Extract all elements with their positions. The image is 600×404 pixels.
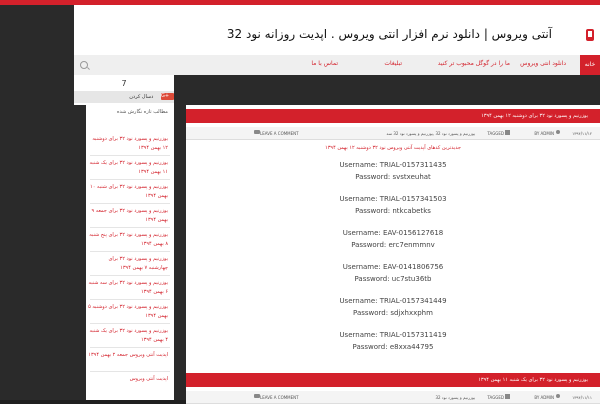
- divider: [90, 299, 170, 300]
- recent-posts-sidebar: مطالب تازه نگارش شده یوزرنیم و پسورد نود…: [86, 105, 174, 400]
- google-plus-icon: G+: [161, 93, 174, 100]
- nav-item-ads[interactable]: تبلیغات: [384, 60, 402, 67]
- post-title-text: یوزرنیم و پسورد نود ۳۲ برای دوشنبه ۱۲ به…: [481, 113, 588, 119]
- nav-home[interactable]: خانه: [580, 55, 600, 75]
- post-tagged-label: TAGGED: [487, 395, 504, 400]
- post-title[interactable]: یوزرنیم و پسورد نود ۳۲ برای دوشنبه ۱۲ به…: [186, 109, 600, 123]
- recent-post-link[interactable]: یوزرنیم و پسورد نود ۳۲ برای یک شنبه ۱۱ ب…: [88, 159, 168, 177]
- divider: [90, 347, 170, 348]
- divider: [90, 251, 170, 252]
- user-icon: [556, 394, 560, 398]
- credential-password: Password: sdjxhxxphm: [353, 309, 433, 317]
- mobile-icon[interactable]: [586, 29, 594, 41]
- recent-post-link[interactable]: یوزرنیم و پسورد نود ۳۲ برای سه شنبه ۶ به…: [88, 279, 168, 297]
- divider: [90, 155, 170, 156]
- page: آنتی ویروس | دانلود نرم افزار انتی ویروس…: [0, 0, 600, 404]
- main-navigation: خانه دانلود انتی ویروس ما را در گوگل محب…: [74, 55, 600, 75]
- credential-password: Password: uc7stu36tb: [354, 275, 432, 283]
- divider: [90, 203, 170, 204]
- tag-icon: [505, 130, 510, 135]
- recent-post-link[interactable]: اپدیت آنتی ویروس جمعه ۲ بهمن ۱۳۹۴: [88, 351, 168, 360]
- recent-post-link[interactable]: یوزرنیم و پسورد نود ۳۲ برای چهارشنبه ۷ ب…: [88, 255, 168, 273]
- post-meta: ۱۳۹۴/۱۱/۱۲ BY ADMIN TAGGED یوزرنیم و پسو…: [186, 127, 600, 140]
- divider: [90, 371, 170, 372]
- follow-button[interactable]: دسال کردن G+: [74, 91, 174, 103]
- post-author[interactable]: BY ADMIN: [534, 131, 554, 136]
- main-content: یوزرنیم و پسورد نود ۳۲ برای دوشنبه ۱۲ به…: [186, 105, 600, 404]
- nav-item-google-plus[interactable]: ما را در گوگل محبوب تر کنید: [438, 60, 510, 67]
- recent-post-link[interactable]: یوزرنیم و پسورد نود ۳۲ برای شنبه ۱۰ بهمن…: [88, 183, 168, 201]
- credential-password: Password: ntkcabetks: [355, 207, 431, 215]
- credential-username: Username: TRIAL-0157341449: [339, 297, 447, 305]
- post-title[interactable]: یوزرنیم و پسورد نود ۳۲ برای یک شنبه ۱۱ ب…: [186, 373, 600, 387]
- site-title[interactable]: آنتی ویروس | دانلود نرم افزار انتی ویروس…: [227, 27, 552, 41]
- follower-count: 7: [121, 79, 127, 88]
- credential-username: Username: TRIAL-0157311419: [339, 331, 447, 339]
- divider: [90, 275, 170, 276]
- recent-post-link[interactable]: اپدیت آنتی ویروس: [88, 375, 168, 384]
- credential-username: Username: TRIAL-0157341503: [339, 195, 447, 203]
- post-author[interactable]: BY ADMIN: [534, 395, 554, 400]
- leave-comment-link[interactable]: LEAVE A COMMENT: [260, 395, 299, 400]
- nav-item-contact[interactable]: تماس با ما: [311, 60, 338, 67]
- credential-username: Username: EAV-0156127618: [342, 229, 444, 237]
- post-tagged-label: TAGGED: [487, 131, 504, 136]
- credential-password: Password: erc7enmmnv: [351, 241, 435, 249]
- recent-post-link[interactable]: یوزرنیم و پسورد نود ۳۲ برای جمعه ۹ بهمن …: [88, 207, 168, 225]
- post-date: ۱۳۹۴/۱۱/۱۱: [572, 395, 592, 400]
- credential-password: Password: svstxeuhat: [355, 173, 431, 181]
- social-widget: 7 دسال کردن G+: [74, 75, 174, 105]
- divider: [90, 323, 170, 324]
- recent-post-link[interactable]: یوزرنیم و پسورد نود ۳۲ برای دوشنبه ۵ بهم…: [88, 303, 168, 321]
- credential-password: Password: e8xxa44795: [352, 343, 434, 351]
- nav-item-download-antivirus[interactable]: دانلود انتی ویروس: [520, 60, 566, 67]
- post-tags[interactable]: یوزرنیم و پسورد نود 32: [435, 395, 475, 400]
- site-header: آنتی ویروس | دانلود نرم افزار انتی ویروس…: [74, 5, 600, 55]
- recent-post-link[interactable]: یوزرنیم و پسورد نود ۳۲ برای دوشنبه ۱۲ به…: [88, 135, 168, 153]
- follow-button-label: دسال کردن: [129, 94, 154, 100]
- post-intro: جدیدترین کدهای آپدیت آنتی ویروس نود ۳۲ د…: [325, 145, 461, 151]
- tag-icon: [505, 394, 510, 399]
- recent-post-link[interactable]: یوزرنیم و پسورد نود ۳۲ برای یک شنبه ۴ به…: [88, 327, 168, 345]
- divider: [90, 227, 170, 228]
- recent-post-link[interactable]: یوزرنیم و پسورد نود ۳۲ برای پنج شنبه ۸ ب…: [88, 231, 168, 249]
- user-icon: [556, 130, 560, 134]
- divider: [90, 179, 170, 180]
- post-meta: ۱۳۹۴/۱۱/۱۱ BY ADMIN TAGGED یوزرنیم و پسو…: [186, 391, 600, 404]
- post-date: ۱۳۹۴/۱۱/۱۲: [572, 131, 592, 136]
- credential-username: Username: EAV-0141806756: [342, 263, 444, 271]
- leave-comment-link[interactable]: LEAVE A COMMENT: [260, 131, 299, 136]
- sidebar-title: مطالب تازه نگارش شده: [116, 109, 168, 115]
- search-icon[interactable]: [80, 61, 88, 69]
- credential-username: Username: TRIAL-0157311435: [339, 161, 447, 169]
- post-title-text: یوزرنیم و پسورد نود ۳۲ برای یک شنبه ۱۱ ب…: [478, 377, 588, 383]
- post-tags[interactable]: یوزرنیم و پسورد نود 32 ,یوزرنیم و پسورد …: [387, 131, 475, 136]
